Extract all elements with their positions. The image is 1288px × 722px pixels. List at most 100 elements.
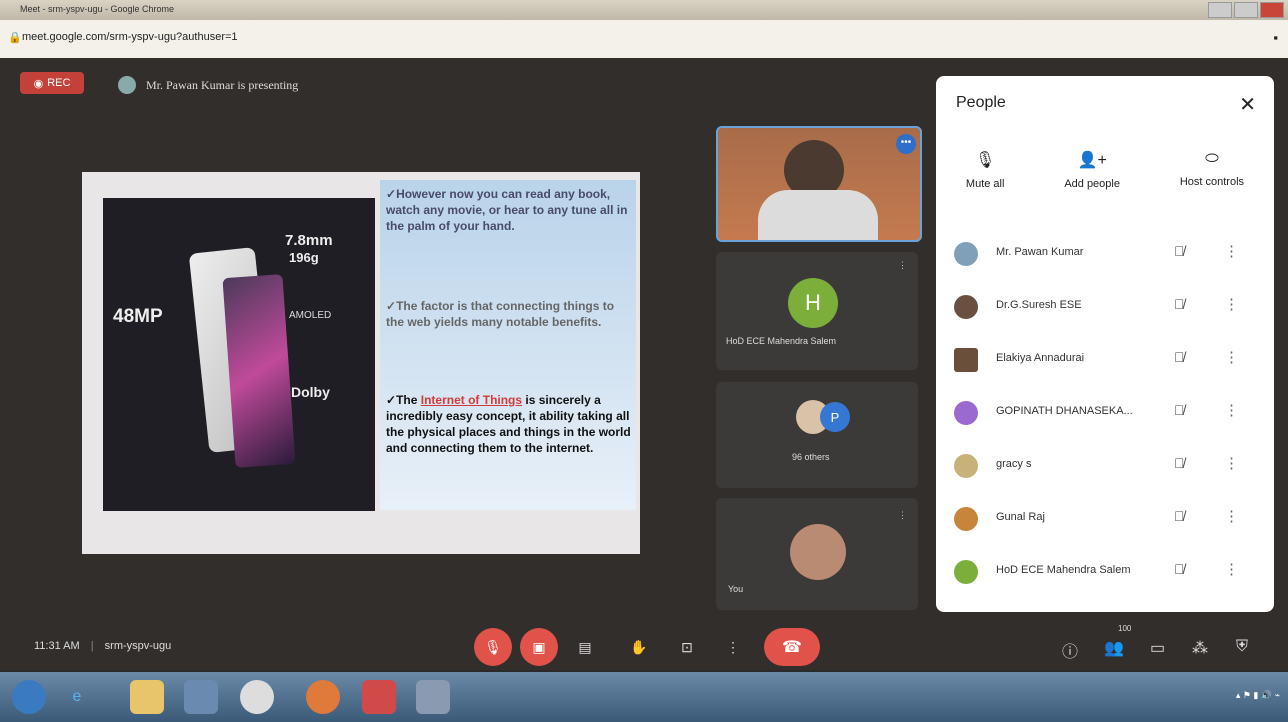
presenting-banner: Mr. Pawan Kumar is presenting: [118, 76, 298, 94]
internet-explorer-icon[interactable]: e: [60, 680, 94, 714]
participant-count-badge: 100: [1118, 624, 1132, 633]
presenter-body: [758, 190, 878, 240]
mic-off-icon: 🎙̸: [1174, 402, 1185, 418]
present-button[interactable]: ⊡: [668, 628, 706, 666]
more-options-button[interactable]: ⋮: [714, 628, 752, 666]
list-item[interactable]: Gunal Raj 🎙̸ ⋮: [936, 491, 1274, 544]
avatar: [954, 295, 978, 319]
phone-weight: 196g: [289, 250, 319, 265]
more-options-icon[interactable]: •••: [896, 134, 916, 154]
slide-bullets: ✓However now you can read any book, watc…: [380, 180, 636, 510]
more-vert-icon[interactable]: ⋮: [1224, 295, 1239, 313]
powerpoint-icon[interactable]: [362, 680, 396, 714]
slide-phone-image: 7.8mm 196g 48MP AMOLED Dolby: [103, 198, 375, 511]
app-icon[interactable]: [416, 680, 450, 714]
camera-off-icon: ▣: [532, 638, 546, 655]
list-item[interactable]: Elakiya Annadurai 🎙̸ ⋮: [936, 332, 1274, 385]
self-label: You: [728, 584, 744, 594]
media-player-icon[interactable]: [184, 680, 218, 714]
add-people-button[interactable]: 👤+ Add people: [1064, 150, 1120, 190]
presenting-text: Mr. Pawan Kumar is presenting: [146, 77, 299, 92]
hod-avatar: H: [788, 278, 838, 328]
others-avatar-initial: P: [820, 402, 850, 432]
others-tile[interactable]: [716, 382, 918, 488]
close-icon[interactable]: ✕: [1239, 92, 1256, 117]
mic-off-icon: 🎙̸: [1174, 561, 1185, 577]
add-person-icon: 👤+: [1077, 152, 1107, 169]
presenter-video-tile[interactable]: •••: [716, 126, 922, 242]
lock-icon: 🔒: [8, 32, 22, 44]
bullet-3: ✓The Internet of Things is sincerely a i…: [386, 393, 631, 455]
system-tray: ▴ ⚑ ▮ 🔊 ⌁: [1235, 690, 1280, 700]
avatar: [954, 560, 978, 584]
self-mic-icon: ⋮: [898, 510, 907, 520]
meeting-info: 11:31 AM | srm-yspv-ugu: [34, 640, 172, 652]
phone-hangup-icon: ☎: [782, 639, 802, 656]
presenter-avatar: [118, 76, 136, 94]
captions-button[interactable]: ▤: [566, 628, 604, 666]
window-controls: [1208, 2, 1284, 18]
mic-off-icon: 🎙̸: [1174, 508, 1185, 524]
maximize-button[interactable]: [1234, 2, 1258, 18]
list-item[interactable]: Dr.G.Suresh ESE 🎙̸ ⋮: [936, 279, 1274, 332]
avatar: [954, 348, 978, 372]
tile-mic-off-icon: ⋮: [898, 260, 907, 270]
recording-label: REC: [47, 77, 71, 89]
more-vert-icon[interactable]: ⋮: [1224, 454, 1239, 472]
browser-menu-icon[interactable]: ▪: [1273, 30, 1278, 45]
phone-audio: Dolby: [291, 384, 330, 400]
chat-icon[interactable]: ▭: [1150, 638, 1165, 658]
end-call-button[interactable]: ☎: [764, 628, 820, 666]
close-window-button[interactable]: [1260, 2, 1284, 18]
chrome-icon[interactable]: [240, 680, 274, 714]
captions-icon: ▤: [578, 638, 592, 655]
host-lock-icon[interactable]: ⛨: [1236, 638, 1248, 656]
mic-off-icon: 🎙̸: [1174, 296, 1185, 312]
avatar: [954, 401, 978, 425]
mic-off-icon: 🎙̸: [1174, 349, 1185, 365]
url-text[interactable]: meet.google.com/srm-yspv-ugu?authuser=1: [22, 31, 238, 43]
mic-off-icon: 🎙: [975, 152, 996, 169]
list-item[interactable]: Mr. Pawan Kumar 🎙̸ ⋮: [936, 226, 1274, 279]
more-vert-icon[interactable]: ⋮: [1224, 507, 1239, 525]
info-icon[interactable]: ⓘ: [1062, 638, 1078, 662]
people-actions: 🎙 Mute all 👤+ Add people ⬭ Host controls: [936, 150, 1274, 190]
file-explorer-icon[interactable]: [130, 680, 164, 714]
mute-all-button[interactable]: 🎙 Mute all: [966, 150, 1005, 190]
list-item[interactable]: gracy s 🎙̸ ⋮: [936, 438, 1274, 491]
more-vert-icon[interactable]: ⋮: [1224, 560, 1239, 578]
mic-toggle-button[interactable]: 🎙: [474, 628, 512, 666]
more-vert-icon: ⋮: [726, 638, 740, 655]
minimize-button[interactable]: [1208, 2, 1232, 18]
firefox-icon[interactable]: [306, 680, 340, 714]
people-panel: People ✕ 🎙 Mute all 👤+ Add people ⬭ Host…: [936, 76, 1274, 612]
camera-toggle-button[interactable]: ▣: [520, 628, 558, 666]
list-item[interactable]: HoD ECE Mahendra Salem 🎙̸ ⋮: [936, 544, 1274, 597]
avatar: [954, 454, 978, 478]
people-icon[interactable]: 👥: [1104, 638, 1124, 658]
self-avatar: [790, 524, 846, 580]
host-controls-icon: ⬭: [1205, 150, 1219, 167]
window-title: Meet - srm-yspv-ugu - Google Chrome: [20, 4, 175, 14]
mic-off-icon: 🎙: [484, 638, 502, 655]
mic-off-icon: 🎙̸: [1174, 243, 1185, 259]
bullet-2: ✓The factor is that connecting things to…: [386, 299, 615, 329]
activities-icon[interactable]: ⁂: [1192, 638, 1208, 658]
address-bar[interactable]: 🔒 meet.google.com/srm-yspv-ugu?authuser=…: [0, 20, 1288, 58]
hand-icon: ✋: [630, 638, 648, 655]
phone-thickness: 7.8mm: [285, 232, 333, 249]
raise-hand-button[interactable]: ✋: [620, 628, 658, 666]
browser-title-bar: Meet - srm-yspv-ugu - Google Chrome: [0, 0, 1288, 20]
more-vert-icon[interactable]: ⋮: [1224, 401, 1239, 419]
recording-badge: ◉ REC: [20, 72, 84, 94]
participant-list: Mr. Pawan Kumar 🎙̸ ⋮ Dr.G.Suresh ESE 🎙̸ ⋮ El…: [936, 226, 1274, 597]
list-item[interactable]: GOPINATH DHANASEKA... 🎙̸ ⋮: [936, 385, 1274, 438]
avatar: [954, 242, 978, 266]
phone-display: AMOLED: [289, 310, 332, 321]
more-vert-icon[interactable]: ⋮: [1224, 242, 1239, 260]
more-vert-icon[interactable]: ⋮: [1224, 348, 1239, 366]
people-title: People: [956, 94, 1006, 111]
start-button-icon[interactable]: [12, 680, 46, 714]
host-controls-button[interactable]: ⬭ Host controls: [1180, 150, 1244, 190]
present-icon: ⊡: [681, 638, 693, 655]
